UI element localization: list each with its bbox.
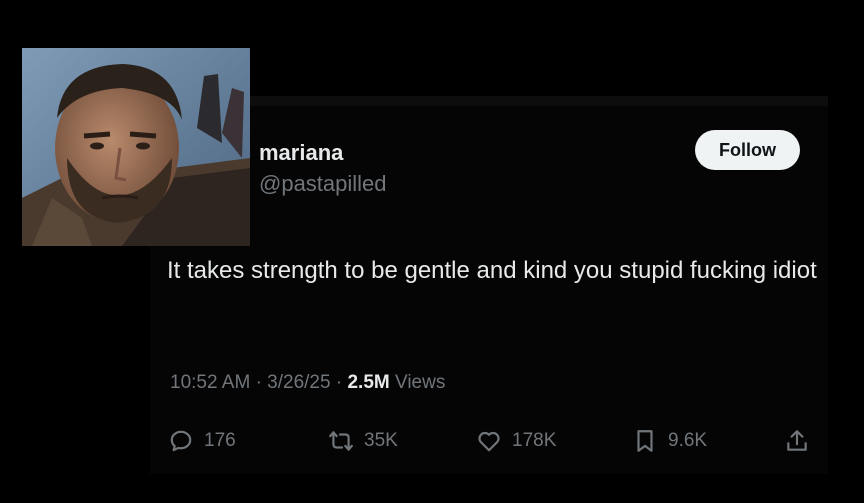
meta-separator: ·: [335, 372, 348, 393]
bookmark-icon: [637, 430, 653, 452]
share-icon: [787, 430, 807, 451]
tweet-date[interactable]: 3/26/25: [267, 372, 330, 393]
tweet-meta: 10:52 AM · 3/26/25 · 2.5M Views: [170, 372, 445, 394]
repost-count: 35K: [364, 430, 398, 451]
repost-icon: [329, 431, 353, 451]
reply-button[interactable]: 176: [168, 421, 236, 461]
views-label: Views: [395, 372, 446, 393]
action-bar: 176 35K 178K 9.6K: [0, 421, 864, 461]
like-icon: [478, 431, 500, 452]
reply-count: 176: [204, 430, 236, 451]
tweet-time[interactable]: 10:52 AM: [170, 372, 250, 393]
meta-separator: ·: [255, 372, 268, 393]
follow-button[interactable]: Follow: [695, 130, 800, 170]
avatar-image: [22, 48, 250, 246]
card-top-edge: [250, 96, 828, 106]
bookmark-count: 9.6K: [668, 430, 708, 451]
reply-icon: [170, 430, 192, 452]
share-button[interactable]: [784, 421, 820, 461]
like-count: 178K: [512, 430, 557, 451]
display-name[interactable]: mariana: [259, 140, 343, 166]
bookmark-button[interactable]: 9.6K: [632, 421, 707, 461]
user-handle[interactable]: @pastapilled: [259, 171, 387, 197]
repost-button[interactable]: 35K: [328, 421, 398, 461]
tweet-text: It takes strength to be gentle and kind …: [167, 257, 817, 284]
like-button[interactable]: 178K: [476, 421, 556, 461]
avatar[interactable]: [22, 48, 250, 246]
views-count: 2.5M: [347, 372, 390, 393]
